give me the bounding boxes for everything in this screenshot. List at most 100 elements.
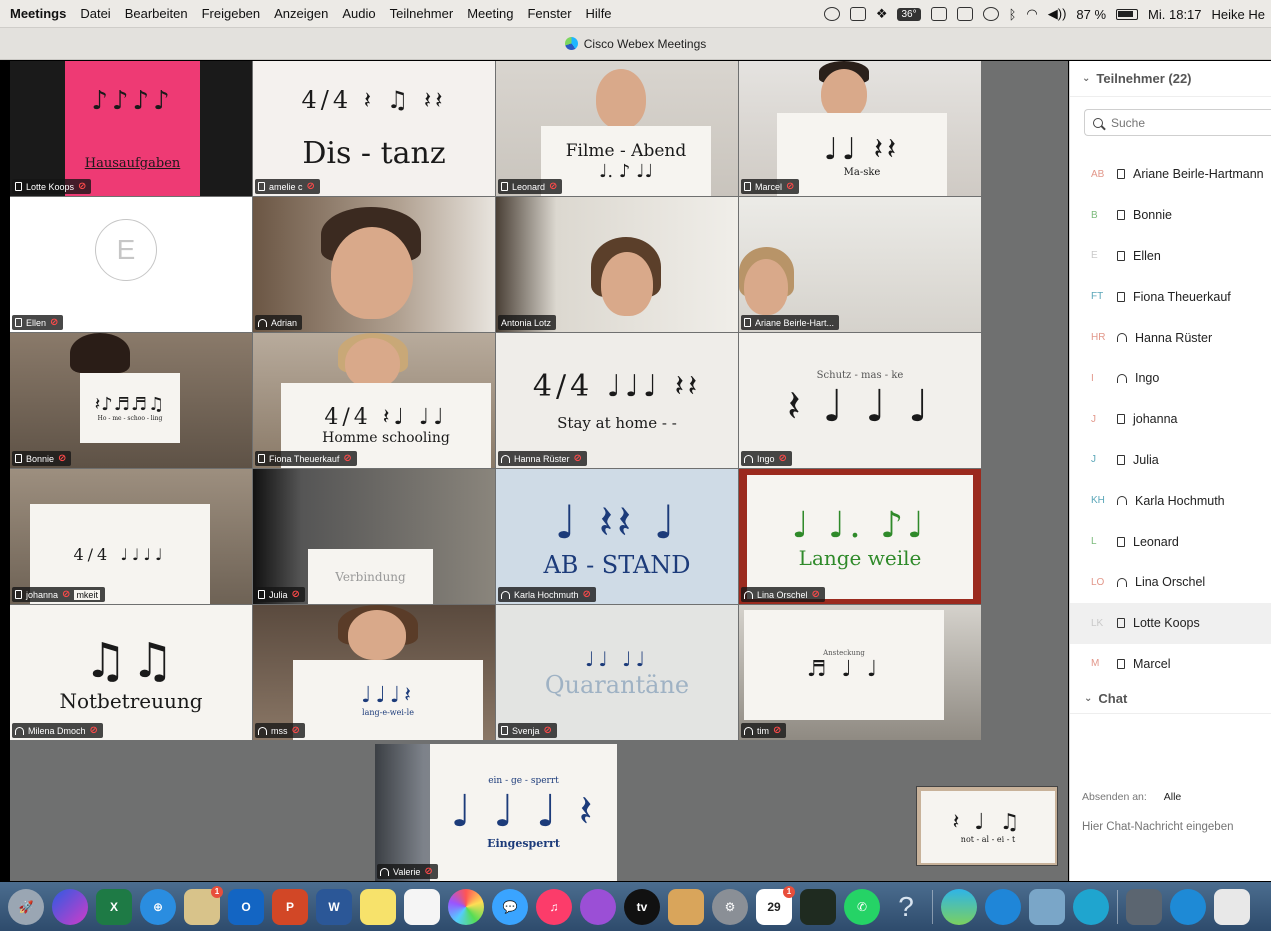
video-tile-ariane-beirle-hartmann[interactable]: Ariane Beirle-Hart...	[739, 197, 981, 332]
search-input[interactable]	[1111, 115, 1261, 130]
video-tile-antonia-lotz[interactable]: Antonia Lotz	[496, 197, 738, 332]
participant-row[interactable]: LO Lina Orschel	[1070, 562, 1271, 603]
participant-row[interactable]: M Marcel	[1070, 644, 1271, 685]
video-tile-karla-hochmuth[interactable]: ♩ 𝄽𝄽 ♩ AB - STAND Karla Hochmuth ⊘	[496, 469, 738, 604]
battery-percent[interactable]: 87 %	[1076, 7, 1106, 22]
word-icon[interactable]: W	[316, 888, 352, 925]
self-view-video[interactable]: 𝄽 ♩ ♫ not - al - ei - t	[916, 786, 1058, 866]
video-tile-hanna-ruester[interactable]: 4/4 ♩♩♩ 𝄽𝄽 Stay at home - - Hanna Rüster…	[496, 333, 738, 468]
name-tag: Hanna Rüster ⊘	[498, 451, 587, 466]
calendar-icon[interactable]: 29 1	[756, 885, 795, 925]
messages-icon[interactable]: 💬	[492, 888, 528, 925]
powerpoint-icon[interactable]: P	[272, 888, 308, 925]
downloads-folder-icon[interactable]	[1126, 888, 1162, 925]
sign-paper: 𝄽 ♩ ♫ not - al - ei - t	[921, 791, 1055, 863]
menu-bearbeiten[interactable]: Bearbeiten	[125, 6, 188, 21]
airplay-icon[interactable]	[956, 7, 973, 21]
menu-anzeigen[interactable]: Anzeigen	[274, 6, 328, 21]
video-tile-marcel[interactable]: ♩♩ 𝄽𝄽 Ma-ske Marcel ⊘	[739, 61, 981, 196]
menu-freigeben[interactable]: Freigeben	[202, 6, 261, 21]
video-tile-ingo[interactable]: Schutz - mas - ke 𝄽 ♩ ♩ ♩ Ingo ⊘	[739, 333, 981, 468]
photos-icon[interactable]	[448, 888, 484, 925]
preview-icon[interactable]: 1	[184, 885, 223, 925]
video-tile-valerie[interactable]: ein - ge - sperrt ♩ ♩ ♩ 𝄽 Eingesperrt Va…	[375, 744, 617, 881]
siri-icon[interactable]	[52, 888, 88, 925]
participant-row[interactable]: LK Lotte Koops	[1070, 602, 1271, 644]
menu-hilfe[interactable]: Hilfe	[586, 6, 612, 21]
video-tile-amelie-c[interactable]: 4/4 𝄽 ♫ 𝄽𝄽 Dis - tanz amelie c ⊘	[253, 61, 495, 196]
video-tile-milena-dmoch[interactable]: ♫♫ Notbetreuung Milena Dmoch ⊘	[10, 605, 252, 740]
video-tile-svenja[interactable]: ♩♩ ♩♩ Quarantäne Svenja ⊘	[496, 605, 738, 740]
webex-icon[interactable]	[941, 888, 977, 925]
video-tile-lina-orschel[interactable]: ♩ ♩. ♪♩ Lange weile Lina Orschel ⊘	[739, 469, 981, 604]
participant-row[interactable]: FT Fiona Theuerkauf	[1070, 276, 1271, 317]
video-tile-mss[interactable]: ♩♩♩𝄽 lang-e-wei-le mss ⊘	[253, 605, 495, 740]
notes-icon[interactable]	[360, 888, 396, 925]
image-capture-icon[interactable]	[1029, 888, 1065, 925]
launchpad-icon[interactable]: 🚀	[8, 888, 44, 925]
participant-row[interactable]: L Leonard	[1070, 521, 1271, 562]
battery-icon[interactable]	[1116, 8, 1139, 20]
send-to-row: Absenden an: Alle	[1082, 791, 1181, 803]
user-name[interactable]: Heike He	[1212, 7, 1265, 22]
video-tile-johanna[interactable]: 4/4 ♩♩♩♩ johanna ⊘ mkeit	[10, 469, 252, 604]
system-preferences-icon[interactable]: ⚙	[712, 888, 748, 925]
participants-header[interactable]: ⌄ Teilnehmer (22)	[1070, 61, 1271, 97]
participant-row[interactable]: AB Ariane Beirle-Hartmann	[1070, 154, 1271, 195]
video-tile-tim[interactable]: Ansteckung ♬ ♩ ♩ tim ⊘	[739, 605, 981, 740]
outlook-icon[interactable]: O	[228, 888, 264, 925]
dropbox-icon[interactable]: ❖	[876, 6, 888, 22]
headset-icon	[501, 590, 510, 599]
sign-notes: ♩. ♪ ♩♩	[598, 160, 654, 182]
excel-icon[interactable]: X	[96, 888, 132, 925]
menu-teilnehmer[interactable]: Teilnehmer	[390, 6, 454, 21]
participant-row[interactable]: HR Hanna Rüster	[1070, 317, 1271, 358]
wifi-icon[interactable]: ◠	[1026, 6, 1037, 22]
video-tile-julia[interactable]: Verbindung Julia ⊘	[253, 469, 495, 604]
podcasts-icon[interactable]	[580, 888, 616, 925]
webex-meetings-icon[interactable]	[1073, 888, 1109, 925]
send-to-select[interactable]: Alle	[1164, 791, 1182, 803]
webex-status-icon[interactable]	[823, 7, 840, 21]
contacts-icon[interactable]	[668, 888, 704, 925]
participant-row[interactable]: KH Karla Hochmuth	[1070, 480, 1271, 521]
temperature-badge[interactable]: 36°	[897, 7, 921, 21]
video-tile-bonnie[interactable]: 𝄽♪♬♬♫ Ho - me - schoo - ling Bonnie ⊘	[10, 333, 252, 468]
participant-row[interactable]: B Bonnie	[1070, 195, 1271, 236]
participant-row[interactable]: J Julia	[1070, 440, 1271, 481]
video-tile-leonard[interactable]: Filme - Abend ♩. ♪ ♩♩ Leonard ⊘	[496, 61, 738, 196]
apple-tv-icon[interactable]: tv	[624, 888, 660, 925]
webex-teams-icon[interactable]	[985, 888, 1021, 925]
reminders-icon[interactable]	[404, 888, 440, 925]
video-tile-ellen[interactable]: E Ellen ⊘	[10, 197, 252, 332]
menu-app-meetings[interactable]: Meetings	[10, 6, 66, 21]
video-tile-fiona-theuerkauf[interactable]: 4/4 𝄽♩ ♩♩ Homme schooling Fiona Theuerka…	[253, 333, 495, 468]
clock[interactable]: Mi. 18:17	[1148, 7, 1201, 22]
participant-search[interactable]	[1084, 109, 1271, 136]
help-icon[interactable]: ?	[888, 889, 924, 925]
safari-icon[interactable]: ⊕	[140, 888, 176, 925]
music-icon[interactable]: ♫	[536, 888, 572, 925]
chat-message-input[interactable]	[1082, 821, 1268, 833]
whatsapp-icon[interactable]: ✆	[844, 888, 880, 925]
documents-stack-icon[interactable]	[1214, 888, 1250, 925]
menu-audio[interactable]: Audio	[342, 6, 375, 21]
chat-header[interactable]: ⌄ Chat	[1070, 684, 1271, 715]
volume-icon[interactable]: ◀))	[1048, 6, 1067, 22]
webex-box-icon[interactable]	[849, 7, 866, 21]
time-machine-icon[interactable]	[982, 7, 999, 21]
sign-notes: ♩♩ ♩♩	[584, 646, 650, 671]
menu-meeting[interactable]: Meeting	[467, 6, 513, 21]
printer-icon[interactable]	[930, 7, 947, 21]
video-tile-lotte-koops[interactable]: ♪♪♪♪ Hausaufgaben Lotte Koops ⊘	[10, 61, 252, 196]
menu-fenster[interactable]: Fenster	[527, 6, 571, 21]
activity-monitor-icon[interactable]	[800, 888, 836, 925]
muted-mic-icon: ⊘	[62, 589, 71, 600]
bluetooth-icon[interactable]: ᛒ	[1009, 7, 1017, 22]
menu-datei[interactable]: Datei	[80, 6, 110, 21]
participant-row[interactable]: I Ingo	[1070, 358, 1271, 399]
participant-row[interactable]: Jjohanna	[1070, 399, 1271, 440]
participant-row[interactable]: E Ellen	[1070, 236, 1271, 277]
globe-icon[interactable]	[1170, 888, 1206, 925]
video-tile-adrian[interactable]: Adrian	[253, 197, 495, 332]
